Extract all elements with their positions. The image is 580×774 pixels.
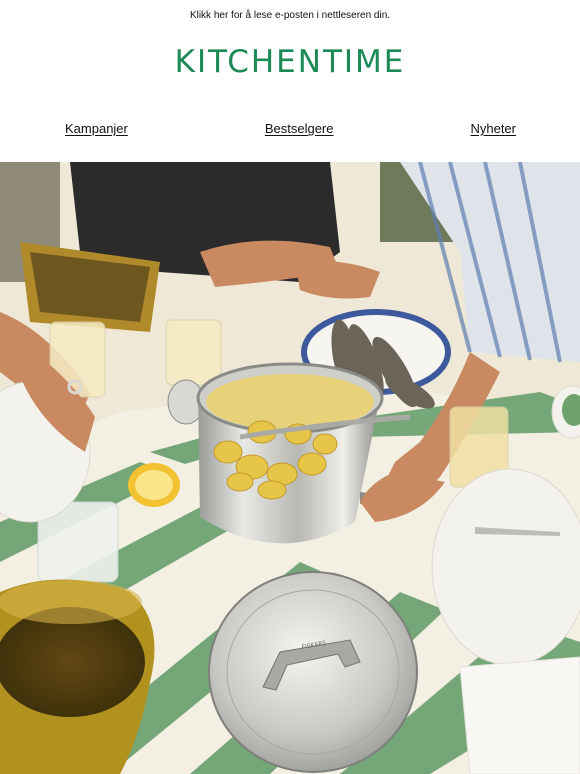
view-in-browser-link[interactable]: Klikk her for å lese e-posten i nettlese… — [0, 10, 580, 21]
hero-photo-illustration: FISKARS — [0, 162, 580, 774]
nav-item-bestselgere[interactable]: Bestselgere — [265, 121, 334, 136]
nav-item-nyheter[interactable]: Nyheter — [470, 121, 516, 136]
hero-image[interactable]: FISKARS — [0, 162, 580, 774]
logo-text: KITCHENTIME — [174, 44, 406, 80]
main-navigation: Kampanjer Bestselgere Nyheter — [0, 121, 580, 136]
kitchentime-logo[interactable]: KITCHENTIME — [0, 44, 580, 80]
nav-item-kampanjer[interactable]: Kampanjer — [65, 121, 128, 136]
